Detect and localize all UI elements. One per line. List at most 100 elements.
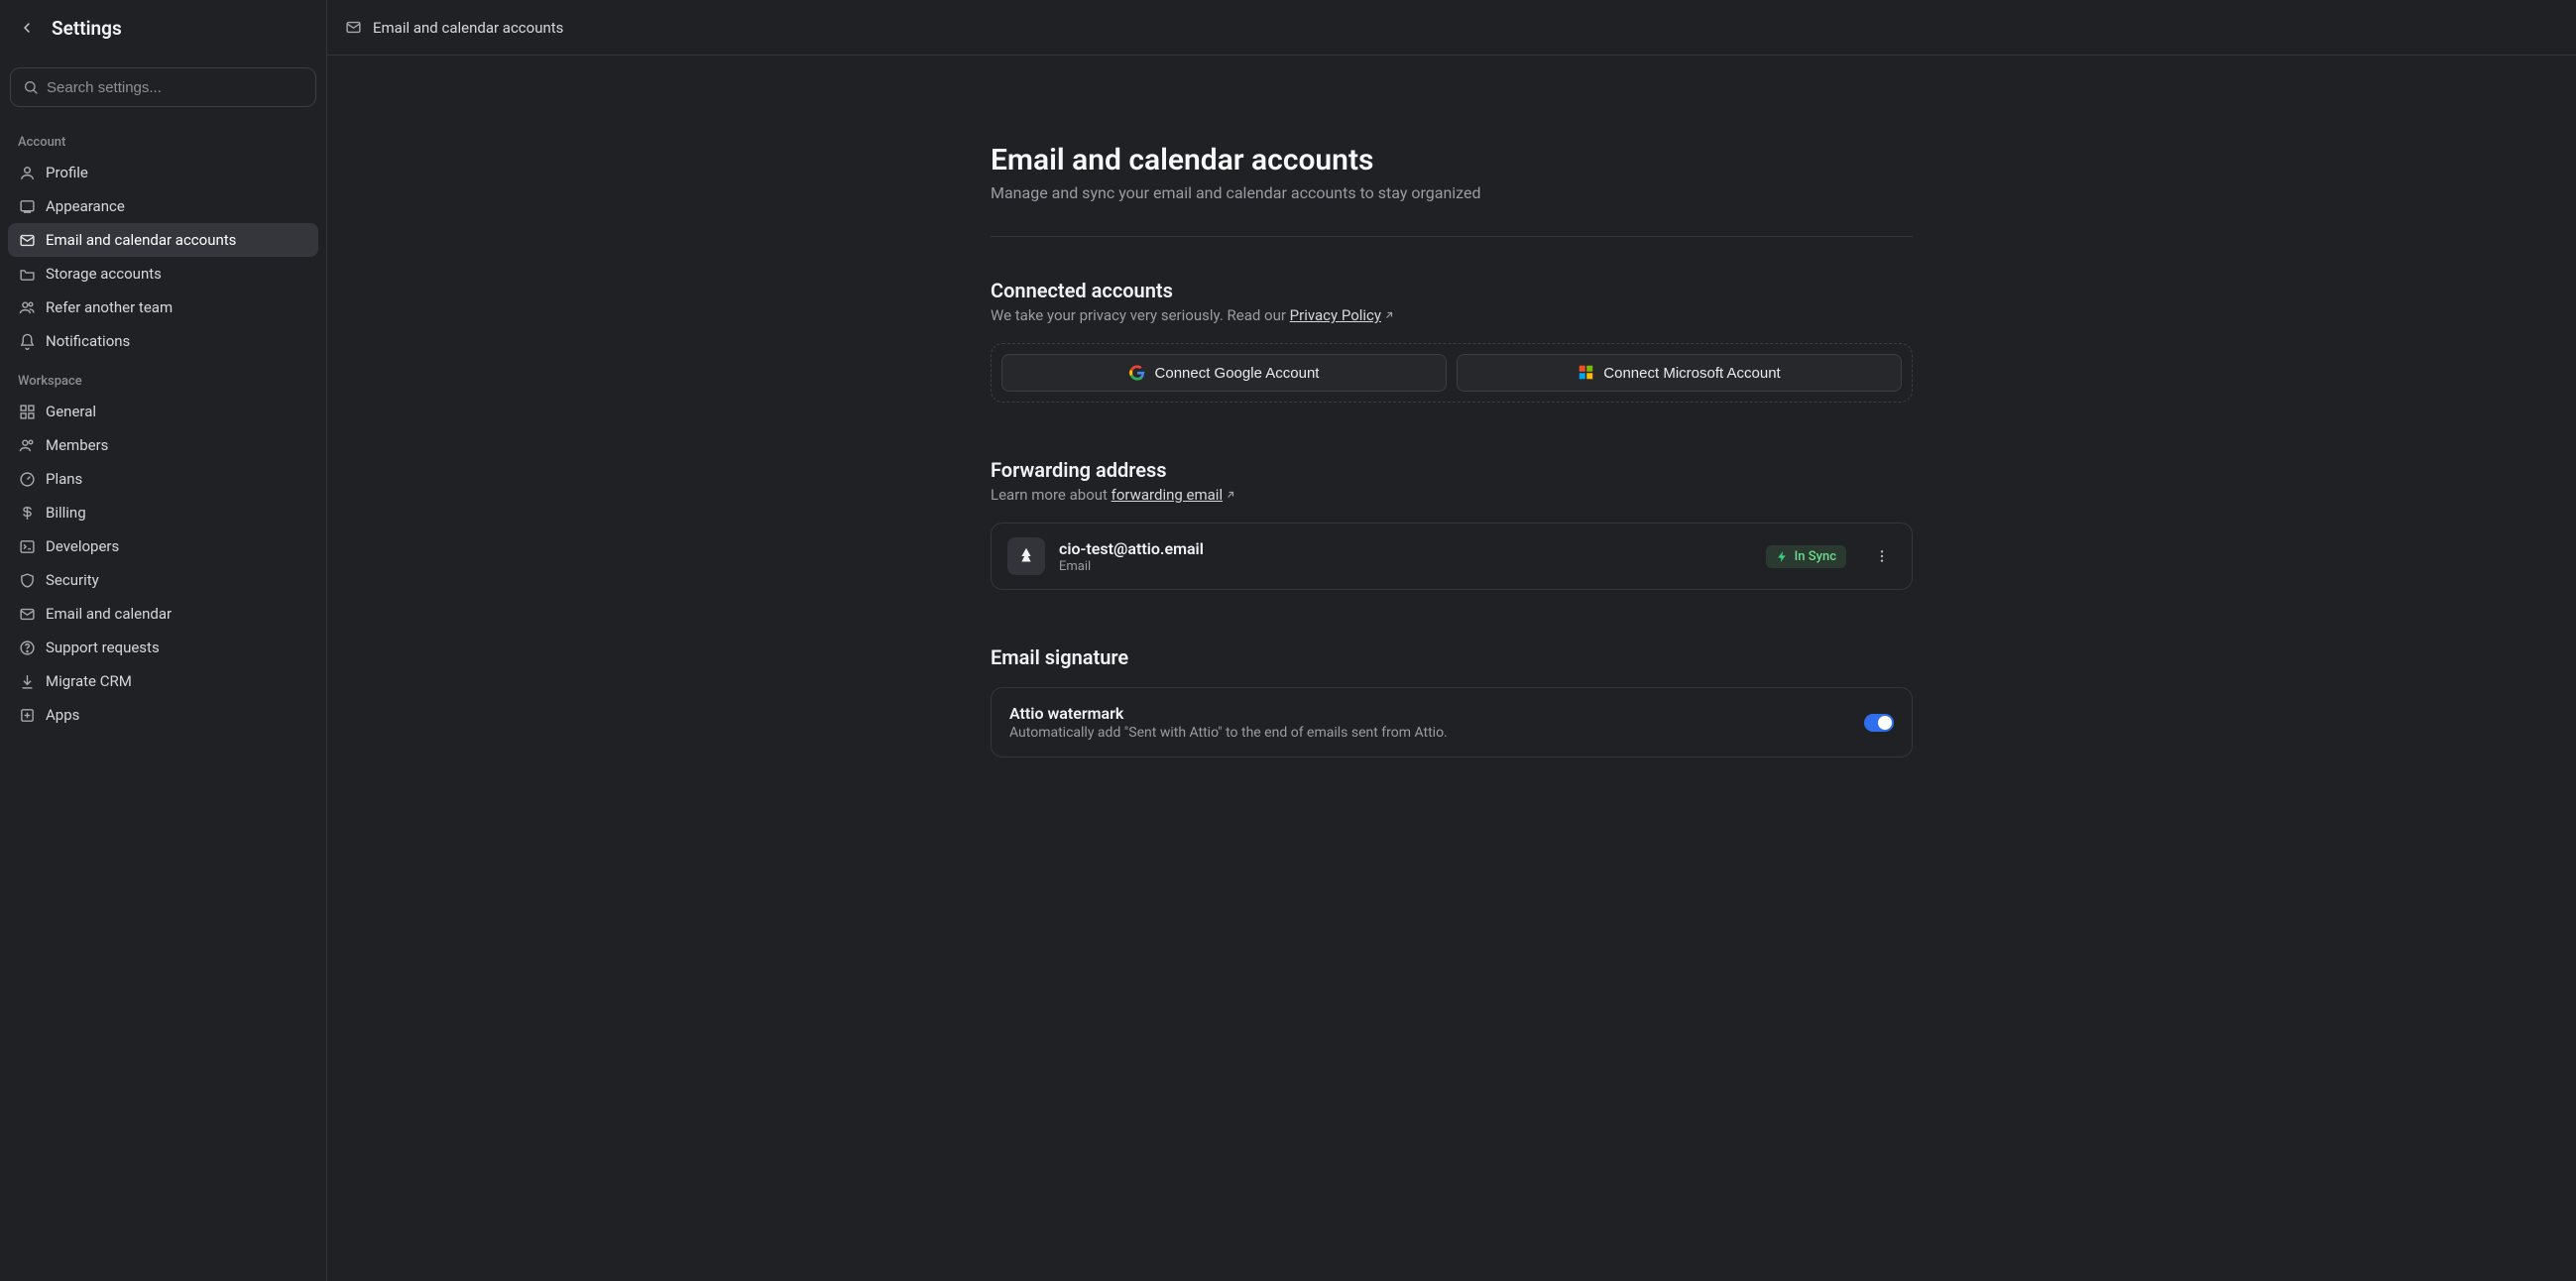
sidebar-item-developers[interactable]: Developers (8, 529, 318, 563)
search-icon (23, 79, 39, 95)
chevron-left-icon (19, 20, 35, 36)
sidebar-item-apps[interactable]: Apps (8, 698, 318, 732)
sidebar-header: Settings (0, 0, 326, 56)
connect-panel: Connect Google Account Connect Microsoft… (991, 343, 1913, 403)
sidebar-item-label: Security (46, 571, 99, 589)
section-label-account: Account (8, 119, 318, 156)
download-icon (18, 672, 36, 690)
privacy-policy-link[interactable]: Privacy Policy (1290, 306, 1395, 324)
forwarding-desc-text: Learn more about (991, 486, 1112, 504)
sidebar-item-migrate[interactable]: Migrate CRM (8, 664, 318, 698)
forwarding-section: Forwarding address Learn more about forw… (991, 458, 1913, 590)
bolt-icon (1776, 550, 1789, 563)
page-title: Email and calendar accounts (991, 143, 1913, 177)
external-link-icon (1225, 487, 1236, 505)
sidebar-nav: Account Profile Appearance Email and cal… (0, 111, 326, 752)
sidebar-item-general[interactable]: General (8, 395, 318, 428)
external-link-icon (1383, 307, 1395, 325)
sidebar-item-label: Support requests (46, 639, 160, 656)
attio-avatar (1007, 537, 1045, 575)
back-button[interactable] (18, 19, 36, 37)
shield-icon (18, 571, 36, 589)
connect-google-button[interactable]: Connect Google Account (1001, 354, 1447, 392)
help-icon (18, 639, 36, 656)
connected-desc-text: We take your privacy very seriously. Rea… (991, 306, 1290, 324)
sidebar-item-email-calendar-accounts[interactable]: Email and calendar accounts (8, 223, 318, 257)
connect-microsoft-button[interactable]: Connect Microsoft Account (1457, 354, 1902, 392)
user-icon (18, 164, 36, 181)
content-scroll[interactable]: Email and calendar accounts Manage and s… (327, 56, 2576, 1281)
sidebar-title: Settings (52, 17, 122, 40)
forwarding-email-link[interactable]: forwarding email (1112, 486, 1236, 504)
microsoft-icon (1578, 365, 1593, 381)
breadcrumb-label: Email and calendar accounts (373, 19, 563, 37)
grid-icon (18, 403, 36, 420)
dollar-icon (18, 504, 36, 522)
sidebar-item-notifications[interactable]: Notifications (8, 324, 318, 358)
watermark-info: Attio watermark Automatically add "Sent … (1009, 704, 1448, 741)
sidebar-item-label: General (46, 403, 96, 420)
sidebar-item-label: Plans (46, 470, 82, 488)
connected-desc: We take your privacy very seriously. Rea… (991, 306, 1913, 325)
privacy-policy-text: Privacy Policy (1290, 306, 1381, 324)
signature-title: Email signature (991, 645, 1913, 669)
sidebar-item-security[interactable]: Security (8, 563, 318, 597)
connect-google-label: Connect Google Account (1155, 365, 1320, 382)
divider (991, 236, 1913, 237)
sidebar-item-label: Notifications (46, 332, 130, 350)
connected-section: Connected accounts We take your privacy … (991, 279, 1913, 403)
watermark-toggle[interactable] (1864, 714, 1894, 732)
sidebar-item-label: Email and calendar accounts (46, 231, 236, 249)
forwarding-type: Email (1059, 559, 1204, 574)
mail-icon (18, 605, 36, 623)
members-icon (18, 436, 36, 454)
sidebar-item-label: Developers (46, 537, 119, 555)
sidebar-item-label: Members (46, 436, 108, 454)
sidebar-item-email-calendar[interactable]: Email and calendar (8, 597, 318, 631)
connected-title: Connected accounts (991, 279, 1913, 302)
mail-settings-icon (18, 231, 36, 249)
mail-settings-icon (345, 19, 363, 37)
appearance-icon (18, 197, 36, 215)
sidebar-item-label: Migrate CRM (46, 672, 132, 690)
users-icon (18, 298, 36, 316)
forwarding-more-button[interactable] (1868, 542, 1896, 570)
sidebar-item-label: Refer another team (46, 298, 173, 316)
search-box[interactable] (10, 67, 316, 107)
sidebar-item-profile[interactable]: Profile (8, 156, 318, 189)
attio-logo-icon (1015, 545, 1037, 567)
apps-icon (18, 706, 36, 724)
forwarding-card: cio-test@attio.email Email In Sync (991, 523, 1913, 590)
signature-section: Email signature Attio watermark Automati… (991, 645, 1913, 757)
watermark-desc: Automatically add "Sent with Attio" to t… (1009, 725, 1448, 741)
gauge-icon (18, 470, 36, 488)
search-wrap (0, 56, 326, 111)
sidebar-item-label: Storage accounts (46, 265, 162, 283)
sidebar-item-support[interactable]: Support requests (8, 631, 318, 664)
forwarding-info: cio-test@attio.email Email (1059, 539, 1204, 574)
sidebar-item-label: Apps (46, 706, 79, 724)
sidebar-item-billing[interactable]: Billing (8, 496, 318, 529)
page-subtitle: Manage and sync your email and calendar … (991, 183, 1913, 202)
forwarding-email: cio-test@attio.email (1059, 539, 1204, 558)
sync-badge-text: In Sync (1795, 549, 1836, 564)
main-area: Email and calendar accounts Email and ca… (327, 0, 2576, 1281)
forwarding-desc: Learn more about forwarding email (991, 486, 1913, 505)
sidebar-item-members[interactable]: Members (8, 428, 318, 462)
google-icon (1129, 365, 1145, 381)
search-input[interactable] (47, 79, 303, 96)
watermark-card: Attio watermark Automatically add "Sent … (991, 687, 1913, 757)
sidebar-item-storage[interactable]: Storage accounts (8, 257, 318, 291)
settings-sidebar: Settings Account Profile Appearance Emai… (0, 0, 327, 1281)
sidebar-item-label: Appearance (46, 197, 125, 215)
bell-icon (18, 332, 36, 350)
more-vertical-icon (1874, 548, 1890, 564)
sidebar-item-appearance[interactable]: Appearance (8, 189, 318, 223)
content-inner: Email and calendar accounts Manage and s… (991, 56, 1913, 1281)
terminal-icon (18, 537, 36, 555)
sidebar-item-label: Profile (46, 164, 88, 181)
breadcrumb: Email and calendar accounts (327, 0, 2576, 56)
sidebar-item-refer[interactable]: Refer another team (8, 291, 318, 324)
forwarding-title: Forwarding address (991, 458, 1913, 482)
sidebar-item-plans[interactable]: Plans (8, 462, 318, 496)
